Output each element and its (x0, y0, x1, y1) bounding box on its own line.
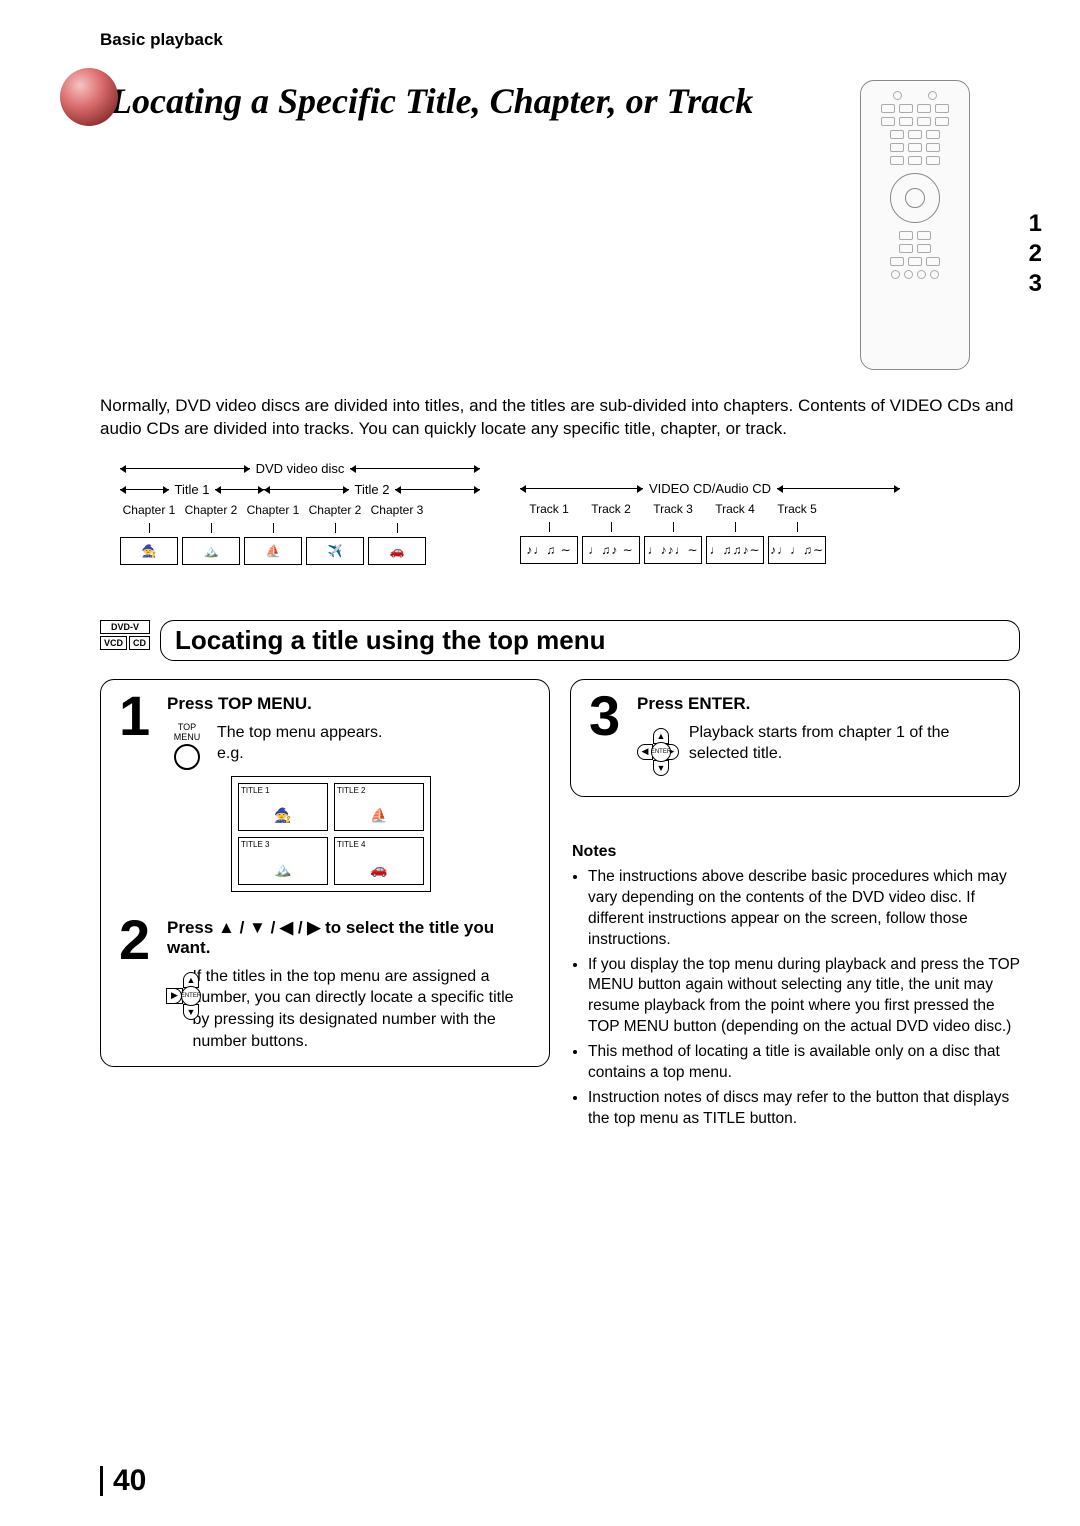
step3-body: Playback starts from chapter 1 of the se… (689, 722, 1001, 765)
notes-heading: Notes (572, 843, 1020, 861)
step1-eg: e.g. (217, 745, 244, 762)
badge-cd: CD (129, 636, 150, 650)
track5: Track 5 (777, 502, 817, 516)
track3: Track 3 (653, 502, 693, 516)
callout-3: 3 (1029, 270, 1042, 298)
t2c3: Chapter 3 (371, 503, 424, 517)
step1-number: 1 (119, 694, 161, 739)
callout-1: 1 (1029, 210, 1042, 238)
step2-heading: Press ▲ / ▼ / ◀ / ▶ to select the title … (167, 918, 531, 958)
section-title: Locating a title using the top menu (160, 620, 1020, 661)
cd-label: VIDEO CD/Audio CD (649, 481, 771, 496)
sphere-icon (60, 68, 118, 126)
top-menu-label: TOP MENU (174, 722, 201, 742)
tile2: TITLE 2 (337, 786, 365, 795)
callout-2: 2 (1029, 240, 1042, 268)
step2-number: 2 (119, 918, 161, 963)
top-menu-example: TITLE 1🧙 TITLE 2⛵ TITLE 3🏔️ TITLE 4🚗 (231, 776, 431, 892)
note-item: If you display the top menu during playb… (588, 955, 1020, 1039)
note-item: Instruction notes of discs may refer to … (588, 1088, 1020, 1130)
remote-illustration: 1 2 3 (850, 80, 1020, 370)
tile1: TITLE 1 (241, 786, 269, 795)
enter-dpad-icon: ▲▼ ◀▶ ENTER (637, 728, 679, 776)
t2c2: Chapter 2 (309, 503, 362, 517)
track2: Track 2 (591, 502, 631, 516)
notes-list: The instructions above describe basic pr… (570, 867, 1020, 1130)
cd-diagram: VIDEO CD/Audio CD Track 1♪♩♫ ∼ Track 2♩♫… (520, 481, 900, 565)
badge-dvdv: DVD-V (100, 620, 150, 634)
step-card-1-2: 1 Press TOP MENU. TOP MENU The top menu … (100, 679, 550, 1067)
note-item: The instructions above describe basic pr… (588, 867, 1020, 951)
intro-paragraph: Normally, DVD video discs are divided in… (100, 395, 1020, 441)
page-title-text: Locating a Specific Title, Chapter, or T… (110, 81, 753, 121)
top-menu-button-icon: TOP MENU (167, 722, 207, 770)
track4: Track 4 (715, 502, 755, 516)
dpad-enter: ENTER (181, 986, 201, 1006)
step-card-3: 3 Press ENTER. ▲▼ ◀▶ ENTER Playback star… (570, 679, 1020, 797)
title1-label: Title 1 (175, 482, 210, 497)
note-item: This method of locating a title is avail… (588, 1042, 1020, 1084)
dvd-label: DVD video disc (256, 461, 345, 476)
page-number: 40 (100, 1466, 146, 1496)
t1c1: Chapter 1 (123, 503, 176, 517)
track1: Track 1 (529, 502, 569, 516)
step1-line1: The top menu appears. (217, 724, 382, 741)
breadcrumb: Basic playback (100, 30, 1020, 50)
badge-vcd: VCD (100, 636, 127, 650)
step2-body: If the titles in the top menu are assign… (192, 966, 531, 1052)
page-title: Locating a Specific Title, Chapter, or T… (100, 80, 830, 122)
t2c1: Chapter 1 (247, 503, 300, 517)
step1-heading: Press TOP MENU. (167, 694, 531, 714)
enter-center: ENTER (651, 742, 671, 762)
step3-heading: Press ENTER. (637, 694, 1001, 714)
step3-number: 3 (589, 694, 631, 739)
t1c2: Chapter 2 (185, 503, 238, 517)
tile3: TITLE 3 (241, 840, 269, 849)
title2-label: Title 2 (355, 482, 390, 497)
dvd-diagram: DVD video disc Title 1 Title 2 Chapter 1… (120, 461, 480, 565)
disc-type-badges: DVD-V VCD CD (100, 620, 150, 661)
dpad-icon: ▲▼ ◀▶ ENTER (167, 972, 182, 1020)
tile4: TITLE 4 (337, 840, 365, 849)
